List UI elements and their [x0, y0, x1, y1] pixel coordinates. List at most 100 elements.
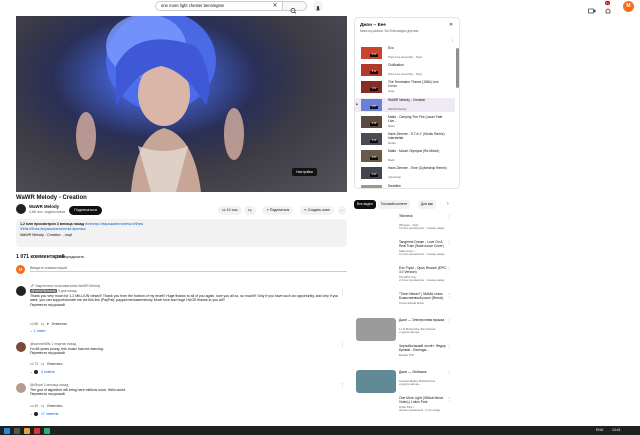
recommendation-channel[interactable]: Tomaz Ravela Music	[399, 302, 449, 305]
reply-button[interactable]: Ответить	[47, 404, 63, 408]
recommendation-meta: The EPIC Guy 2,3 млн просмотров · 1 месяц…	[399, 276, 449, 283]
playlist-item[interactable]: 3:20 Exo Point Line Assembly · Topic	[355, 46, 455, 60]
recommendation-title[interactable]: Tellcheck	[399, 214, 447, 218]
app-icon[interactable]	[44, 427, 50, 434]
translate-link[interactable]: Перевести на русский	[30, 303, 340, 308]
playlist-item[interactable]: 4:02 The Terminator Theme (1984) Live Cov…	[355, 80, 455, 94]
search-input[interactable]: one more light chester bennington	[155, 1, 283, 11]
add-comment-input[interactable]: Введите комментарий	[30, 266, 347, 272]
filter-chip[interactable]: Похожий контент	[378, 200, 411, 209]
chevron-right-icon[interactable]: ›	[447, 201, 449, 207]
like-icon[interactable]: 👍︎	[30, 322, 33, 326]
recommendation-thumbnail[interactable]	[356, 292, 396, 315]
playlist-item[interactable]: 3:48 Mattz - Carrying The Fire (Laser Fat…	[355, 115, 455, 129]
video-player[interactable]: Настройки	[16, 16, 347, 192]
comment-menu-icon[interactable]: ⋮	[340, 383, 345, 389]
playlist-item[interactable]: 5:40 Hans Zimmer - Time (Cyberdrop Remix)…	[355, 166, 455, 180]
description-line-2[interactable]: Фейк #Фэнк #музыкапятилетка #релакс	[20, 227, 343, 232]
comment-menu-icon[interactable]: ⋮	[340, 342, 345, 348]
replies-toggle[interactable]: ⌄ · 4 ответа	[30, 370, 55, 375]
translate-link[interactable]: Перевести на русский	[30, 392, 340, 397]
comment-menu-icon[interactable]: ⋮	[340, 290, 345, 296]
recommendation-thumbnail[interactable]	[356, 318, 396, 341]
translate-link[interactable]: Перевести на русский	[30, 351, 340, 356]
filter-chip[interactable]: Для вас	[418, 200, 437, 209]
dislike-icon[interactable]: 👎︎	[41, 404, 44, 408]
comment-avatar[interactable]	[16, 383, 26, 393]
recommendation-menu-icon[interactable]: ⋮	[447, 318, 451, 323]
like-button[interactable]: 👍︎ 10 тыс.	[218, 206, 243, 215]
description-box[interactable]: 1,2 млн просмотров 3 месяца назад #элект…	[16, 219, 347, 247]
account-avatar[interactable]: M	[623, 1, 634, 12]
recommendation-title[interactable]: Джон — Любимое	[399, 370, 447, 374]
subscribe-button[interactable]: Подписаться	[69, 206, 102, 215]
keyboard-language[interactable]: ENG	[596, 428, 603, 432]
playlist-title[interactable]: Джон -- Eee	[360, 22, 386, 27]
dislike-icon[interactable]: 👎︎	[41, 362, 44, 366]
recommendation-title[interactable]: One More Light (Official Music Video) | …	[399, 396, 447, 404]
clip-button[interactable]: ✂ Создать клип	[300, 206, 334, 215]
file-explorer-icon[interactable]	[24, 427, 30, 434]
recommendation-title[interactable]: Tangerine Dream - Love On A Real Train (…	[399, 240, 447, 248]
filter-chip[interactable]: Все видео	[354, 200, 376, 209]
recommendation-channel[interactable]: Бровин РГИ	[399, 354, 449, 357]
comment-age[interactable]: 2 месяца назад	[44, 383, 68, 387]
playlist-item-title: Hans Zimmer - S.T.A.Y. (Mudiu Remix) Int…	[388, 132, 445, 140]
replies-toggle[interactable]: ⌄ · 17 ответов	[30, 412, 58, 417]
close-icon[interactable]: ✕	[449, 22, 453, 28]
playlist-item[interactable]: 5:11 Civilization Point Line Assembly · To…	[355, 63, 455, 77]
comment-author[interactable]: @sanmer696	[30, 342, 50, 346]
playlist-item[interactable]: ▶ 4:37 WaWR Melody - Creation WaWR Melody	[355, 97, 455, 112]
comment-author[interactable]: @WaWRMelody	[30, 289, 57, 293]
playlist-menu-icon[interactable]: ⋮	[450, 38, 455, 44]
dislike-icon[interactable]: 👎︎	[41, 322, 44, 326]
recommendation-title[interactable]: Джон — Электронная музыка	[399, 318, 447, 322]
comment-avatar[interactable]	[16, 342, 26, 352]
comment-avatar[interactable]	[16, 286, 26, 296]
share-button[interactable]: ↗ Поделиться	[262, 206, 294, 215]
playlist-scrollbar[interactable]	[456, 48, 459, 88]
windows-start-icon[interactable]	[4, 427, 10, 434]
like-icon[interactable]: 👍︎	[30, 404, 33, 408]
recommendation-thumbnail[interactable]	[356, 266, 396, 289]
recommendation-title[interactable]: "Tinnn Newen" | МАМА стань Божественный …	[399, 292, 447, 300]
dislike-button[interactable]: 👎︎	[244, 206, 256, 215]
recommendation-menu-icon[interactable]: ⋮	[447, 266, 451, 271]
sort-comments-button[interactable]: ≡ Упорядочить	[57, 254, 84, 259]
recommendation-menu-icon[interactable]: ⋮	[447, 396, 451, 401]
recommendation-thumbnail[interactable]	[356, 396, 396, 419]
recommendation-menu-icon[interactable]: ⋮	[447, 370, 451, 375]
playlist-item[interactable]: 4:15 Hans Zimmer - S.T.A.Y. (Mudiu Remix)…	[355, 132, 455, 146]
playlist-item[interactable]: Deadline	[355, 184, 455, 188]
browser-icon[interactable]	[34, 427, 40, 434]
description-tags[interactable]: #электро #музыкапятилетка #Фэнк	[85, 222, 143, 226]
recommendation-menu-icon[interactable]: ⋮	[447, 240, 451, 245]
taskbar-clock[interactable]: 13:41	[612, 428, 621, 432]
replies-toggle[interactable]: ⌄ 1 ответ	[30, 329, 46, 333]
reply-button[interactable]: Ответить	[52, 322, 68, 326]
voice-search-button[interactable]	[313, 1, 323, 11]
comment-age[interactable]: 1 неделю назад	[51, 342, 76, 346]
recommendation-thumbnail[interactable]	[356, 240, 396, 263]
recommendation-title[interactable]: Eric Prydz - Opus Rework (EPIC 3.0 Versi…	[399, 266, 447, 274]
playlist-item[interactable]: 3:33 Mattz - Mount Olympus (Re-Mixed) Matt…	[355, 149, 455, 163]
channel-name[interactable]: WaWR Melody	[29, 204, 59, 209]
recommendation-thumbnail[interactable]	[356, 370, 396, 393]
channel-avatar[interactable]	[16, 204, 26, 214]
like-icon[interactable]: 👍︎	[30, 362, 33, 366]
more-actions-button[interactable]: …	[338, 206, 346, 215]
search-button[interactable]	[283, 1, 307, 14]
recommendation-menu-icon[interactable]: ⋮	[447, 344, 451, 349]
search-taskbar-icon[interactable]	[14, 427, 20, 434]
reply-button[interactable]: Ответить	[47, 362, 63, 366]
recommendation-menu-icon[interactable]: ⋮	[447, 292, 451, 297]
comment-author[interactable]: @d3ryat	[30, 383, 43, 387]
recommendation-thumbnail[interactable]	[356, 344, 396, 367]
recommendation-menu-icon[interactable]: ⋮	[447, 214, 451, 219]
clear-search-icon[interactable]: ✕	[270, 1, 280, 11]
reply-author-avatar	[33, 370, 38, 375]
create-video-icon[interactable]	[588, 2, 596, 14]
comment-age[interactable]: 3 дня назад	[58, 289, 77, 293]
recommendation-thumbnail[interactable]	[356, 214, 396, 237]
recommendation-title[interactable]: Чернобыльский отсчёт: Федор Бровин - Лег…	[399, 344, 447, 352]
